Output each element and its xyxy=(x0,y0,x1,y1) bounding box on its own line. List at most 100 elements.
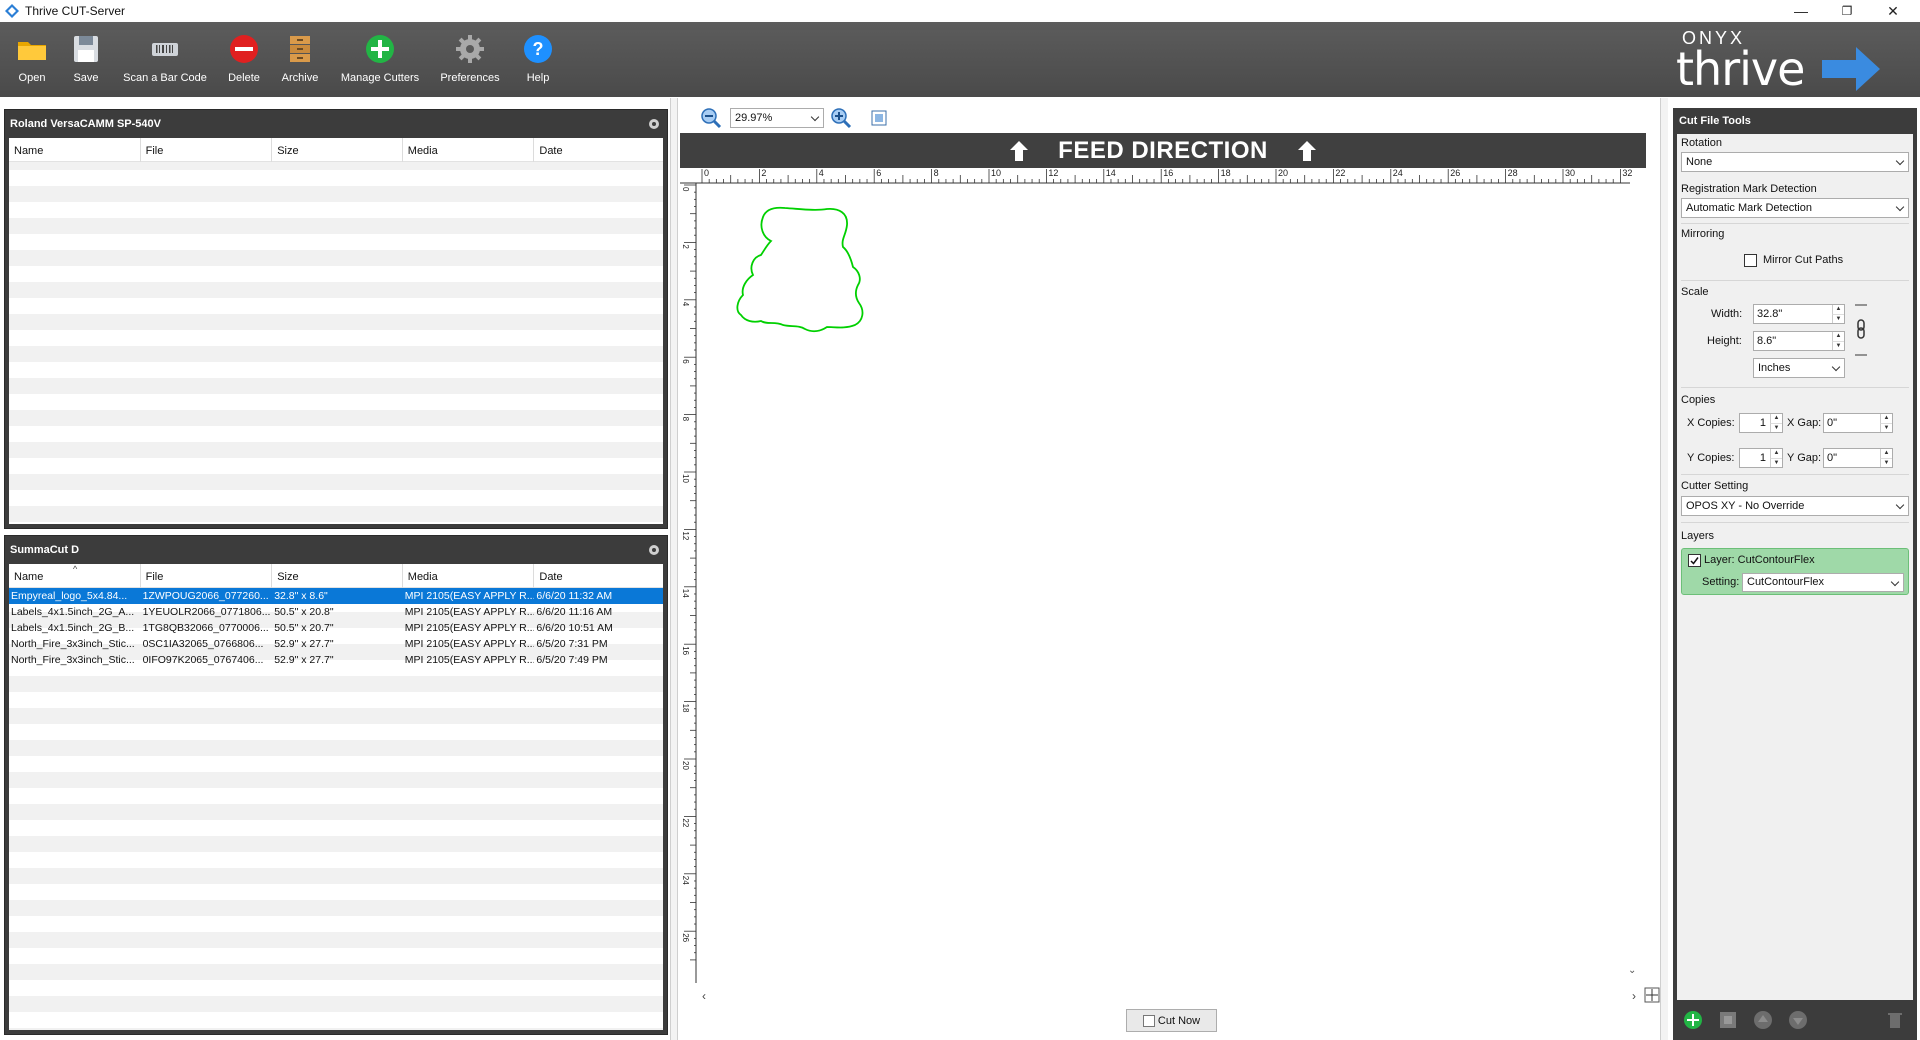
trash-icon[interactable] xyxy=(1885,1010,1905,1030)
archive-button[interactable]: Archive xyxy=(280,22,320,97)
column-date[interactable]: Date xyxy=(534,564,663,588)
decrement-icon[interactable]: ▼ xyxy=(1880,458,1892,467)
close-button[interactable]: ✕ xyxy=(1870,0,1916,22)
move-crosshair-icon[interactable] xyxy=(1644,987,1660,1003)
tools-footer xyxy=(1677,1002,1913,1038)
increment-icon[interactable]: ▲ xyxy=(1880,449,1892,458)
column-date[interactable]: Date xyxy=(534,138,663,162)
decrement-icon[interactable]: ▼ xyxy=(1832,341,1844,350)
preferences-button[interactable]: Preferences xyxy=(438,22,502,97)
logo-product: thrive xyxy=(1676,42,1805,96)
scroll-down-icon[interactable]: ⌄ xyxy=(1628,965,1636,976)
mirror-cut-paths-checkbox[interactable] xyxy=(1744,254,1757,267)
cutter-setting-select[interactable]: OPOS XY - No Override xyxy=(1681,496,1909,516)
width-input[interactable]: 32.8" ▲ ▼ xyxy=(1753,304,1845,324)
column-file[interactable]: File xyxy=(141,138,273,162)
decrement-icon[interactable]: ▼ xyxy=(1832,314,1844,323)
increment-icon[interactable]: ▲ xyxy=(1880,414,1892,423)
ruler-tick-label: 26 xyxy=(1450,168,1460,178)
rotation-select[interactable]: None xyxy=(1681,152,1909,172)
ruler-tick-label: 6 xyxy=(681,359,690,364)
open-label: Open xyxy=(18,72,46,84)
scroll-left-icon[interactable]: ‹ xyxy=(702,989,706,1003)
ruler-tick-label: 4 xyxy=(819,168,824,178)
y-copies-input[interactable]: 1 ▲ ▼ xyxy=(1739,448,1783,468)
zoom-value: 29.97% xyxy=(735,112,773,124)
restore-button[interactable]: ❐ xyxy=(1824,0,1870,22)
floppy-disk-icon xyxy=(74,36,98,62)
registration-select[interactable]: Automatic Mark Detection xyxy=(1681,198,1909,218)
ruler-tick-label: 10 xyxy=(991,168,1001,178)
divider xyxy=(1681,223,1909,224)
increment-icon[interactable]: ▲ xyxy=(1770,449,1782,458)
table-row[interactable]: North_Fire_3x3inch_Stic... 0IFO97K2065_0… xyxy=(9,652,663,668)
cutter-setting-value: OPOS XY - No Override xyxy=(1686,500,1805,512)
height-input[interactable]: 8.6" ▲ ▼ xyxy=(1753,331,1845,351)
archive-label: Archive xyxy=(281,72,319,84)
ruler-tick-label: 24 xyxy=(681,876,690,885)
barcode-scanner-icon xyxy=(152,43,178,56)
column-media[interactable]: Media xyxy=(403,138,535,162)
manage-cutters-button[interactable]: Manage Cutters xyxy=(338,22,422,97)
column-name-label: Name xyxy=(14,571,44,583)
column-size[interactable]: Size xyxy=(272,138,403,162)
increment-icon[interactable]: ▲ xyxy=(1832,332,1844,341)
minimize-button[interactable]: — xyxy=(1778,0,1824,22)
chevron-down-icon xyxy=(1895,500,1905,510)
y-gap-value: 0" xyxy=(1827,452,1838,464)
move-down-icon[interactable] xyxy=(1788,1010,1808,1030)
decrement-icon[interactable]: ▼ xyxy=(1880,423,1892,432)
zoom-out-icon[interactable] xyxy=(700,107,722,129)
edit-layer-icon[interactable] xyxy=(1718,1010,1738,1030)
scan-barcode-button[interactable]: Scan a Bar Code xyxy=(120,22,210,97)
layer-setting-select[interactable]: CutContourFlex xyxy=(1742,573,1904,592)
table-row[interactable]: North_Fire_3x3inch_Stic... 0SC1IA32065_0… xyxy=(9,636,663,652)
left-splitter[interactable] xyxy=(670,98,678,1040)
table-row[interactable]: Labels_4x1.5inch_2G_A... 1YEUOLR2066_077… xyxy=(9,604,663,620)
preview-canvas[interactable]: 0 2 4 6 8 10 12 14 16 18 20 22 24 26 28 30 32 0 2 4 6 8 10 12 1… xyxy=(680,133,1646,1003)
column-name[interactable]: Name ^ xyxy=(9,564,141,588)
lock-aspect-chain-icon[interactable] xyxy=(1853,300,1869,360)
x-copies-input[interactable]: 1 ▲ ▼ xyxy=(1739,413,1783,433)
delete-button[interactable]: Delete xyxy=(224,22,264,97)
height-label: Height: xyxy=(1707,335,1742,347)
queue-settings-gear-icon[interactable] xyxy=(647,117,661,131)
add-layer-icon[interactable] xyxy=(1683,1010,1703,1030)
decrement-icon[interactable]: ▼ xyxy=(1770,423,1782,432)
divider xyxy=(1681,387,1909,388)
fit-page-icon[interactable] xyxy=(870,109,888,127)
zoom-in-icon[interactable] xyxy=(830,107,852,129)
help-button[interactable]: ? Help xyxy=(518,22,558,97)
ruler-tick-label: 12 xyxy=(1048,168,1058,178)
scroll-right-icon[interactable]: › xyxy=(1632,989,1636,1003)
column-size[interactable]: Size xyxy=(272,564,403,588)
table-row[interactable]: Labels_4x1.5inch_2G_B... 1TG8QB32066_077… xyxy=(9,620,663,636)
cell-date: 6/5/20 7:31 PM xyxy=(536,638,608,650)
right-splitter[interactable] xyxy=(1660,98,1668,1040)
x-gap-input[interactable]: 0" ▲ ▼ xyxy=(1823,413,1893,433)
rotation-label: Rotation xyxy=(1681,137,1722,149)
zoom-select[interactable]: 29.97% xyxy=(730,108,824,128)
column-media[interactable]: Media xyxy=(403,564,535,588)
open-button[interactable]: Open xyxy=(12,22,52,97)
layer-item[interactable]: Layer: CutContourFlex Setting: CutContou… xyxy=(1681,548,1909,595)
svg-text:?: ? xyxy=(533,39,544,59)
save-button[interactable]: Save xyxy=(68,22,104,97)
column-file[interactable]: File xyxy=(141,564,273,588)
table-row[interactable]: Empyreal_logo_5x4.84... 1ZWPOUG2066_0772… xyxy=(9,588,663,604)
cut-now-button[interactable]: Cut Now xyxy=(1126,1009,1217,1032)
y-gap-input[interactable]: 0" ▲ ▼ xyxy=(1823,448,1893,468)
unit-select[interactable]: Inches xyxy=(1753,358,1845,378)
rotation-value: None xyxy=(1686,156,1713,168)
decrement-icon[interactable]: ▼ xyxy=(1770,458,1782,467)
increment-icon[interactable]: ▲ xyxy=(1832,305,1844,314)
increment-icon[interactable]: ▲ xyxy=(1770,414,1782,423)
save-label: Save xyxy=(73,72,99,84)
cut-contour-shape[interactable] xyxy=(736,206,864,333)
cell-date: 6/6/20 10:51 AM xyxy=(536,622,613,634)
queue-panel-summacut: SummaCut D Name ^ File Size Media Date E… xyxy=(4,535,668,1035)
queue-settings-gear-icon[interactable] xyxy=(647,543,661,557)
move-up-icon[interactable] xyxy=(1753,1010,1773,1030)
layer-enable-checkbox[interactable] xyxy=(1688,554,1701,567)
column-name[interactable]: Name xyxy=(9,138,141,162)
